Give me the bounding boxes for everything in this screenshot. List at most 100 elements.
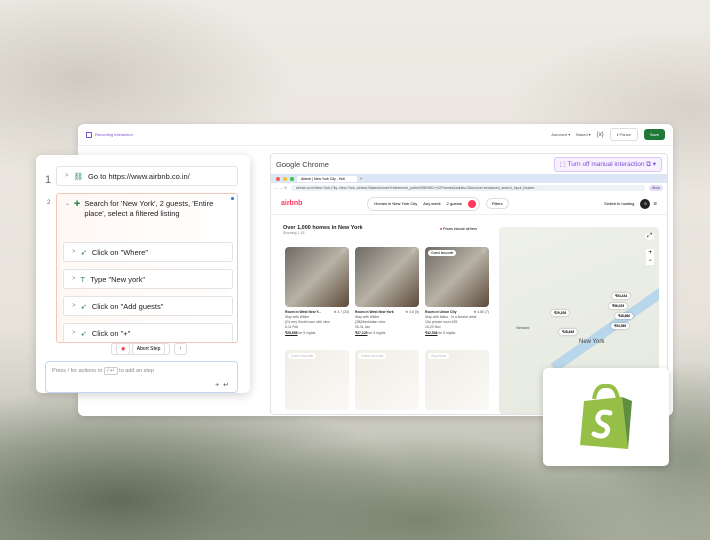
switch-to-hosting[interactable]: Switch to hosting (604, 201, 634, 206)
listing-card[interactable]: Superhost (425, 350, 489, 410)
heart-icon[interactable]: ♡ (411, 248, 416, 255)
chevron-down-icon[interactable]: ⌄ (65, 199, 70, 219)
substep[interactable]: > T Type "New york" (63, 269, 233, 289)
recording-label: Recording interaction (95, 132, 133, 137)
abort-step-button[interactable]: ◉ Abort Step (111, 343, 171, 355)
heart-icon[interactable]: ♡ (481, 248, 486, 255)
listing-photo[interactable]: Guest favourite (285, 350, 349, 410)
maximize-dot[interactable] (290, 176, 294, 181)
recording-icon (86, 131, 92, 138)
airbnb-logo[interactable]: airbnb (281, 200, 302, 207)
step-number: 1 (45, 174, 52, 186)
filters-button[interactable]: Filters (485, 198, 509, 209)
map-price-pin[interactable]: ₹48,860 (615, 313, 634, 319)
map-price-pin[interactable]: ₹54,434 (612, 293, 631, 299)
substep-label: Click on "Add guests" (91, 301, 164, 311)
text-icon: T (80, 274, 86, 284)
address-row: ← → ↻ airbnb.co.in/New-York-City--New-Yo… (271, 183, 667, 193)
browser-tab[interactable]: Airbnb | New York City - Holi (297, 175, 357, 182)
listing-photo[interactable]: ♡ (285, 247, 349, 307)
search-where[interactable]: Homes in New York City (374, 201, 417, 206)
turnoff-label: Turn off manual interaction (567, 160, 645, 168)
cursor-click-icon: ➶ (80, 247, 87, 257)
map-label-newark: Newark (516, 325, 530, 330)
step-prompt-input[interactable]: Press / for actions or / ↵ to add an ste… (45, 361, 238, 393)
nav-icons[interactable]: ← → ↻ (275, 186, 287, 190)
avatar[interactable]: S (640, 198, 651, 209)
variables-button[interactable]: {x} (597, 132, 604, 138)
search-when[interactable]: Any week (423, 201, 440, 206)
prices-include-fees: ■ Prices include all fees (440, 227, 477, 231)
add-icon[interactable]: + (215, 382, 219, 389)
pause-button[interactable]: ‖ Pause (609, 128, 638, 141)
link-icon: ⛓ (73, 171, 84, 181)
map-price-pin[interactable]: ₹28,845 (559, 329, 578, 335)
map-price-pin[interactable]: ₹29,208 (551, 310, 570, 316)
listing-photo[interactable]: ♡ (355, 247, 419, 307)
substep[interactable]: > ➶ Click on "+" (63, 323, 233, 342)
map-price-pin[interactable]: ₹56,029 (609, 303, 628, 309)
listing-card[interactable]: Guest favourite ♡ Room in Union City ★ 4.8… (425, 247, 489, 336)
pause-label: Pause (619, 132, 631, 137)
close-dot[interactable] (276, 176, 280, 181)
step-goto[interactable]: > ⛓ Go to https://www.airbnb.co.in/ (56, 166, 238, 186)
airbnb-header: airbnb Homes in New York City Any week 2… (271, 193, 667, 215)
showing-count: Showing 1-18 (283, 231, 305, 235)
based-dropdown[interactable]: Based ▾ (576, 132, 590, 137)
listing-dates: 6-11 Feb (285, 325, 299, 329)
listing-card[interactable]: Guest favourite (285, 350, 349, 410)
substep-label: Click on "+" (91, 328, 131, 338)
zoom-controls[interactable]: + − (646, 249, 654, 265)
minimize-dot[interactable] (283, 176, 287, 181)
tab-strip: Airbnb | New York City - Holi + (271, 174, 667, 183)
listing-badge: Guest favourite (358, 353, 387, 359)
task-icon: ✚ (74, 199, 81, 208)
search-guests[interactable]: 2 guests (447, 201, 462, 206)
listing-price: ₹42,536 (425, 331, 438, 335)
listing-price: ₹27,125 (355, 331, 368, 335)
url-bar[interactable]: airbnb.co.in/New-York-City--New-York--Un… (290, 185, 645, 191)
chevron-right-icon[interactable]: > (72, 249, 76, 255)
substep[interactable]: > ➶ Click on "Add guests" (63, 296, 233, 316)
listing-card[interactable]: ♡ Room in West New York ★ 4.6 (5) Stay wi… (355, 247, 419, 336)
substep-label: Click on "Where" (91, 247, 148, 257)
prompt-text: Press / for actions or (52, 368, 103, 374)
chevron-right-icon[interactable]: > (72, 330, 76, 336)
profile-chip[interactable]: Work (648, 185, 663, 191)
prompt-key: / ↵ (103, 367, 118, 375)
browser-title: Google Chrome (276, 159, 329, 169)
turn-off-manual-interaction-button[interactable]: ⬚ Turn off manual interaction ⧉ ▾ (553, 156, 662, 172)
search-bar[interactable]: Homes in New York City Any week 2 guests (367, 196, 480, 211)
listing-card[interactable]: ♡ Room in West New Y... ★ 4.7 (33) Stay w… (285, 247, 349, 336)
chevron-right-icon[interactable]: > (72, 276, 76, 282)
chevron-right-icon[interactable]: > (72, 303, 76, 309)
step-search[interactable]: ⌄ ✚ Search for 'New York', 2 guests, 'Enti… (56, 193, 238, 343)
map-label-new-york: New York (579, 339, 605, 345)
search-icon[interactable] (467, 199, 476, 208)
listing-photo[interactable]: Superhost (425, 350, 489, 410)
menu-icon[interactable]: ☰ (653, 201, 657, 206)
abort-label: Abort Step (131, 343, 166, 355)
new-tab-icon[interactable]: + (360, 177, 362, 181)
listing-price: ₹28,658 (285, 331, 298, 335)
fees-label: Prices include all fees (443, 227, 477, 231)
substep[interactable]: > ➶ Click on "Where" (63, 242, 233, 262)
listing-card[interactable]: Guest favourite (355, 350, 419, 410)
save-button[interactable]: Save (643, 129, 665, 140)
enter-icon[interactable]: ↵ (223, 382, 229, 389)
listing-photo[interactable]: Guest favourite ♡ (425, 247, 489, 307)
scroll-up-button[interactable]: ↑ (174, 343, 187, 355)
chevron-right-icon[interactable]: > (65, 173, 69, 179)
listing-photo[interactable]: Guest favourite (355, 350, 419, 410)
guest-favourite-badge: Guest favourite (428, 250, 457, 256)
listing-per: for 5 nights (368, 331, 386, 335)
cursor-click-icon: ➶ (80, 301, 87, 311)
shopify-logo-card (543, 368, 669, 466)
listing-dates: 15-20 Nov (425, 325, 441, 329)
autonext-dropdown[interactable]: Autonext ▾ (551, 132, 570, 137)
map-price-pin[interactable]: ₹54,589 (611, 323, 630, 329)
heart-icon[interactable]: ♡ (341, 248, 346, 255)
active-dot (231, 197, 234, 200)
top-bar: Recording interaction Autonext ▾ Based ▾… (78, 124, 673, 146)
expand-map-icon[interactable]: ⤢ (645, 233, 654, 240)
